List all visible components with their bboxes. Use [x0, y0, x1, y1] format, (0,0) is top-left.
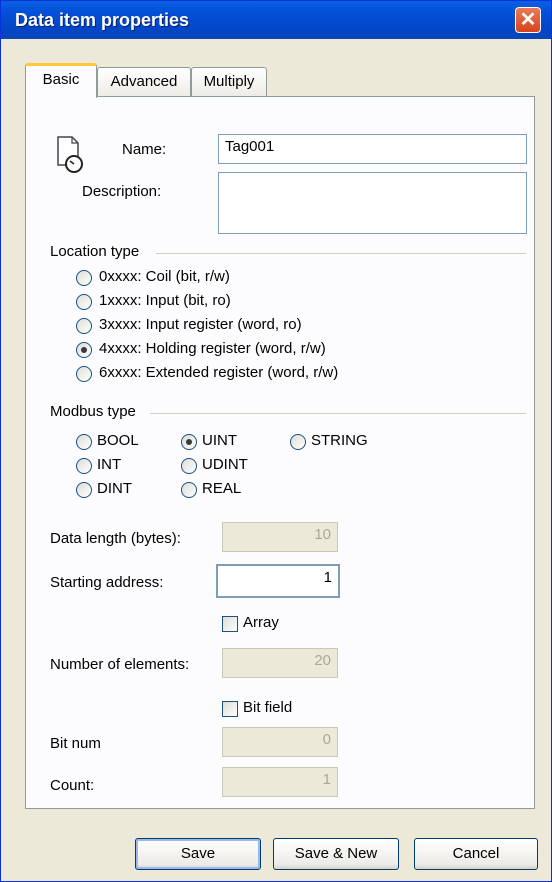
modbus-radio-real[interactable] [181, 482, 197, 498]
data-length-input[interactable]: 10 [222, 522, 338, 552]
location-radio-0xxxx[interactable] [76, 270, 92, 286]
number-of-elements-input[interactable]: 20 [222, 648, 338, 678]
location-type-label: Location type [50, 243, 140, 260]
modbus-radio-int[interactable] [76, 458, 92, 474]
modbus-option-label: DINT [97, 480, 132, 497]
modbus-radio-uint[interactable] [181, 434, 197, 450]
close-button[interactable]: ✕ [515, 7, 541, 33]
tab-multiply[interactable]: Multiply [191, 67, 267, 97]
data-length-label: Data length (bytes): [50, 530, 181, 547]
modbus-option-label: REAL [202, 480, 242, 497]
basic-tab-panel: Name: Tag001 Description: Location type … [25, 96, 535, 809]
location-radio-6xxxx[interactable] [76, 366, 92, 382]
location-radio-3xxxx[interactable] [76, 318, 92, 334]
starting-address-label: Starting address: [50, 574, 164, 591]
bit-num-label: Bit num [50, 735, 101, 752]
save-button[interactable]: Save [135, 838, 261, 870]
tab-basic[interactable]: Basic [25, 63, 97, 98]
array-label: Array [243, 614, 279, 631]
title-bar[interactable]: Data item properties ✕ [1, 1, 551, 39]
modbus-option-label: INT [97, 456, 122, 473]
modbus-option-label: STRING [311, 432, 368, 449]
dialog-body: Basic Advanced Multiply Name: Tag001 Des… [5, 39, 549, 881]
location-option-label: 1xxxx: Input (bit, ro) [99, 292, 231, 309]
close-icon: ✕ [519, 9, 537, 31]
bit-num-input[interactable]: 0 [222, 727, 338, 757]
count-label: Count: [50, 777, 95, 794]
modbus-type-label: Modbus type [50, 403, 136, 420]
tag-gauge-icon [57, 136, 83, 173]
modbus-radio-udint[interactable] [181, 458, 197, 474]
modbus-option-label: BOOL [97, 432, 139, 449]
modbus-radio-bool[interactable] [76, 434, 92, 450]
location-option-label: 3xxxx: Input register (word, ro) [99, 316, 302, 333]
description-label: Description: [82, 183, 162, 200]
location-radio-4xxxx[interactable] [76, 342, 92, 358]
number-of-elements-label: Number of elements: [50, 656, 190, 673]
modbus-type-divider [150, 413, 526, 414]
bitfield-label: Bit field [243, 699, 293, 716]
location-option-label: 4xxxx: Holding register (word, r/w) [99, 340, 326, 357]
tab-advanced[interactable]: Advanced [97, 67, 191, 97]
save-and-new-button[interactable]: Save & New [273, 838, 399, 870]
location-type-divider [156, 253, 526, 254]
description-input[interactable] [218, 172, 527, 234]
location-option-label: 6xxxx: Extended register (word, r/w) [99, 364, 339, 381]
bitfield-checkbox[interactable] [222, 701, 238, 717]
modbus-option-label: UINT [202, 432, 237, 449]
name-label: Name: [122, 141, 167, 158]
location-option-label: 0xxxx: Coil (bit, r/w) [99, 268, 230, 285]
cancel-button[interactable]: Cancel [414, 838, 538, 870]
name-input[interactable]: Tag001 [218, 134, 527, 164]
dialog-window: Data item properties ✕ Basic Advanced Mu… [0, 0, 552, 882]
modbus-radio-dint[interactable] [76, 482, 92, 498]
location-radio-1xxxx[interactable] [76, 294, 92, 310]
window-title: Data item properties [15, 10, 190, 30]
starting-address-input[interactable]: 1 [216, 564, 340, 598]
modbus-radio-string[interactable] [290, 434, 306, 450]
modbus-option-label: UDINT [202, 456, 248, 473]
count-input[interactable]: 1 [222, 767, 338, 797]
array-checkbox[interactable] [222, 616, 238, 632]
